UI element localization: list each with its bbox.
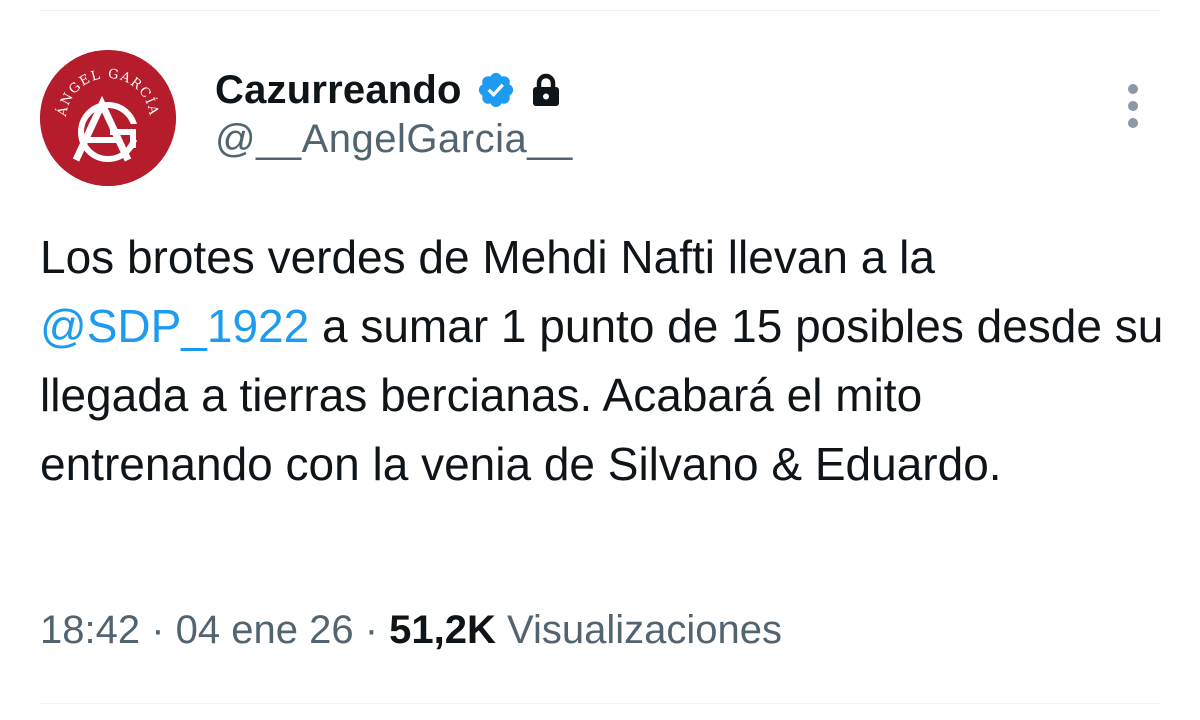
- lock-icon: [532, 73, 559, 106]
- top-divider: [40, 10, 1160, 11]
- tweet-time[interactable]: 18:42: [40, 608, 140, 652]
- views-count: 51,2K: [389, 608, 496, 652]
- display-name[interactable]: Cazurreando: [215, 68, 462, 113]
- meta-separator: ·: [353, 608, 390, 652]
- bottom-divider: [40, 703, 1160, 704]
- tweet-card: ÁNGEL GARCÍA Cazurreando @__AngelGarcia_…: [0, 0, 1200, 720]
- meta-separator: ·: [140, 608, 176, 652]
- views-label: Visualizaciones: [507, 608, 783, 652]
- user-handle[interactable]: @__AngelGarcia__: [215, 117, 573, 162]
- tweet-date[interactable]: 04 ene 26: [176, 608, 354, 652]
- name-row: Cazurreando: [215, 62, 562, 118]
- more-vertical-icon[interactable]: [1117, 83, 1149, 129]
- tweet-meta: 18:42 · 04 ene 26 · 51,2K Visualizacione…: [40, 608, 782, 653]
- tweet-text: Los brotes verdes de Mehdi Nafti llevan …: [40, 223, 1165, 499]
- verified-badge-icon[interactable]: [476, 70, 516, 110]
- mention-link[interactable]: @SDP_1922: [40, 300, 309, 352]
- avatar[interactable]: ÁNGEL GARCÍA: [40, 50, 176, 186]
- avatar-logo-icon: ÁNGEL GARCÍA: [40, 50, 176, 186]
- tweet-text-part: Los brotes verdes de Mehdi Nafti llevan …: [40, 231, 935, 283]
